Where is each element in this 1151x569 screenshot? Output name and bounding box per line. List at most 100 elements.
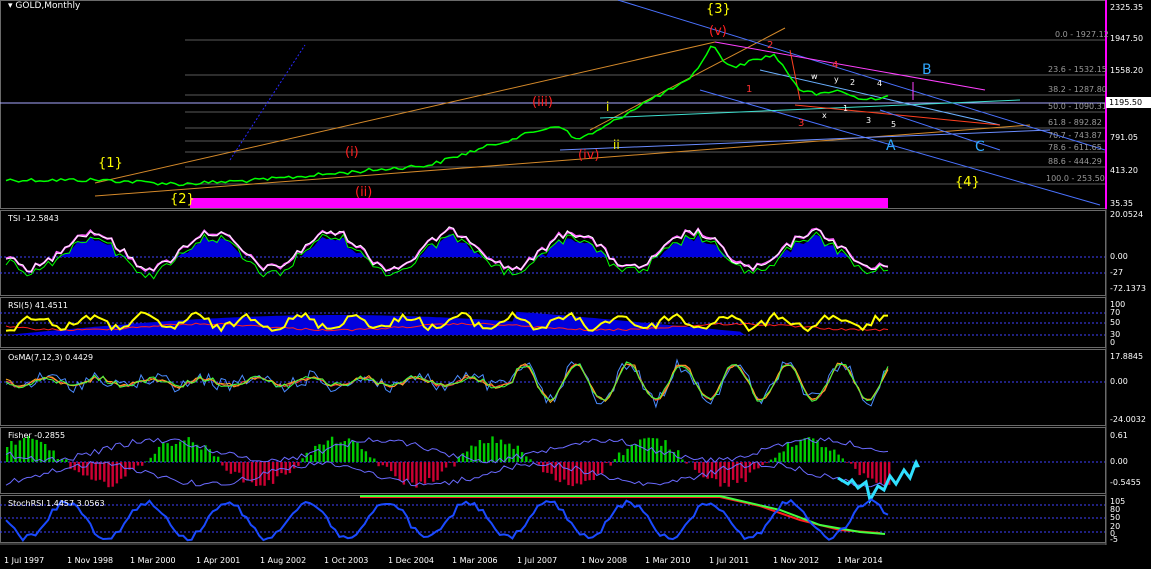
fisher-bar (786, 441, 790, 462)
fisher-bar (39, 441, 43, 462)
fisher-title: Fisher -0.2855 (8, 431, 66, 440)
fisher-bar (799, 439, 802, 462)
fisher-bar (622, 455, 625, 462)
fisher-bar (529, 459, 532, 462)
fisher-axis-label: 0.61 (1110, 431, 1128, 440)
fisher-bar (744, 462, 747, 482)
fisher-bar (318, 444, 321, 462)
wave-label-red-2: 2 (767, 40, 774, 51)
volume-bars (190, 198, 888, 208)
fisher-bar (390, 462, 393, 472)
fisher-bar (44, 444, 47, 462)
fisher-bar (845, 462, 849, 463)
wave-label-ii: (ii) (355, 185, 373, 200)
time-axis-label: 1 Oct 2003 (324, 556, 369, 565)
rsi-panel (0, 310, 1105, 336)
fisher-bar (98, 462, 102, 480)
fisher-bar (495, 443, 498, 462)
time-axis-label: 1 Nov 1998 (67, 556, 114, 565)
fisher-bar (727, 462, 730, 487)
fisher-bar (715, 462, 718, 480)
fisher-bar (301, 458, 304, 462)
fisher-bar (639, 439, 642, 462)
fisher-bar (297, 462, 300, 466)
fisher-bar (48, 450, 51, 462)
fisher-bar (588, 462, 591, 481)
time-axis-label: 1 Mar 2010 (645, 556, 691, 565)
fib-label: 88.6 - 444.29 (1048, 157, 1102, 166)
fisher-bar (449, 462, 452, 463)
wave-label-3: {3} (706, 2, 731, 17)
fisher-bar (428, 462, 431, 478)
rsi-axis-label: 50 (1110, 318, 1121, 327)
fisher-bar (664, 440, 667, 462)
wave-label-1w: 1 (843, 104, 849, 113)
fisher-bar (149, 457, 152, 462)
fisher-bar (833, 449, 836, 462)
chart-title: ▾ GOLD,Monthly (8, 1, 80, 11)
fisher-bar (828, 450, 832, 462)
wave-label-4: {4} (955, 175, 980, 190)
fisher-bar (655, 438, 659, 462)
fisher-bar (440, 462, 444, 472)
fisher-bar (14, 444, 17, 462)
fisher-bar (774, 457, 777, 462)
wave-label-i: (i) (345, 145, 359, 160)
fisher-bar (596, 462, 600, 475)
fib-label: 50.0 - 1090.31 (1048, 102, 1107, 111)
fisher-bar (238, 462, 241, 473)
osma-axis-label: -24.0032 (1110, 415, 1146, 424)
fisher-bar (803, 438, 806, 462)
fisher-bar (217, 456, 220, 462)
fisher-bar (330, 436, 334, 462)
time-axis-label: 1 Jul 1997 (4, 556, 45, 565)
stochrsi-axis-label: 50 (1110, 513, 1121, 522)
wave-label-2w: 2 (850, 78, 856, 87)
wave-label-red-4: 4 (832, 60, 839, 71)
stochrsi-red (360, 496, 881, 534)
chart-canvas[interactable] (0, 0, 1151, 569)
fisher-bar (246, 462, 249, 480)
price-axis-label: 413.20 (1110, 166, 1138, 175)
fisher-bar (343, 441, 346, 462)
fisher-bar (335, 443, 338, 462)
fisher-bar (807, 437, 811, 462)
fisher-upper-band (5, 437, 889, 464)
fisher-bar (145, 461, 148, 462)
fib-lines (185, 39, 1105, 185)
tsi-axis-label: -72.1373 (1110, 284, 1146, 293)
fib-label: 23.6 - 1532.15 (1048, 65, 1107, 74)
fisher-panel (0, 436, 1105, 505)
fib-label: 38.2 - 1287.80 (1048, 85, 1107, 94)
price-axis-label: 791.05 (1110, 133, 1138, 142)
fisher-bar (212, 456, 216, 462)
fisher-axis-label: -0.5455 (1110, 478, 1141, 487)
fisher-bar (200, 449, 203, 462)
fisher-bar (115, 462, 119, 484)
fisher-bar (723, 462, 726, 483)
price-axis-label: 2325.35 (1110, 3, 1144, 12)
wave-label-4w: 4 (877, 79, 883, 88)
wave-label-1: {1} (98, 156, 123, 171)
fisher-bar (474, 446, 477, 462)
wave-label-C: C (975, 139, 985, 155)
fisher-bar (157, 446, 161, 462)
stochrsi-panel (0, 495, 1105, 542)
fisher-bar (617, 452, 621, 462)
time-axis-label: 1 Nov 2008 (581, 556, 628, 565)
fisher-bar (225, 462, 228, 471)
fisher-bar (411, 462, 414, 483)
fisher-bar (259, 462, 262, 486)
wave-label-red-1: 1 (746, 84, 753, 95)
fisher-bar (824, 447, 828, 462)
time-axis-label: 1 Apr 2001 (196, 556, 241, 565)
rsi-axis-label: 0 (1110, 338, 1116, 347)
fisher-bar (677, 450, 680, 462)
fisher-bar (850, 462, 853, 464)
fisher-bar (444, 462, 448, 468)
fisher-bar (35, 439, 38, 462)
fisher-bar (575, 462, 579, 484)
wave-label-iv: (iv) (578, 148, 600, 163)
wave-label-y: y (834, 75, 839, 84)
fisher-bar (153, 453, 157, 462)
